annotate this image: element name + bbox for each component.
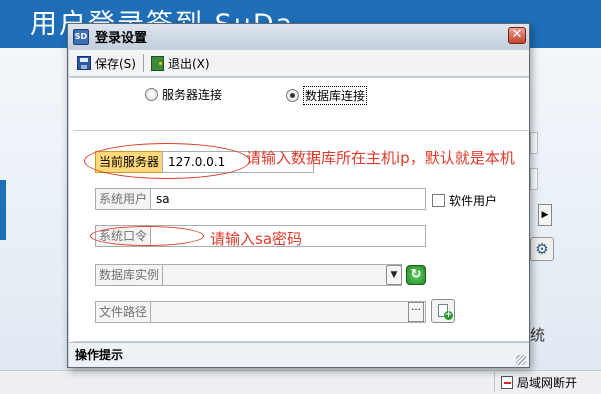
operation-hint-bar: 操作提示: [69, 342, 529, 367]
file-path-input[interactable]: [150, 301, 426, 323]
exit-icon: [150, 55, 164, 71]
db-instance-label: 数据库实例: [95, 264, 164, 286]
operation-hint-label: 操作提示: [75, 348, 124, 362]
password-annotation-text: 请输入sa密码: [210, 230, 303, 248]
software-user-checkbox[interactable]: 软件用户: [432, 192, 497, 209]
software-user-label: 软件用户: [449, 194, 498, 208]
radio-database-connection[interactable]: 数据库连接: [286, 86, 368, 105]
server-annotation-ellipse: [84, 143, 250, 179]
refresh-instances-button[interactable]: ↻: [406, 265, 426, 285]
save-button-label: 保存(S): [95, 56, 136, 71]
system-user-label: 系统用户: [95, 188, 152, 210]
app-partial-text: 统: [530, 326, 546, 344]
login-settings-dialog: SD 登录设置 ✕ 保存(S) 退出(X) 服务器连接 数据库连接 当前服务器 …: [67, 23, 530, 368]
resize-grip-icon[interactable]: [516, 355, 526, 365]
connection-type-options: 服务器连接 数据库连接: [69, 86, 529, 106]
radio-label: 服务器连接: [162, 88, 223, 102]
ellipsis-icon: ···: [411, 305, 421, 316]
radio-label: 数据库连接: [303, 86, 368, 105]
app-left-strip: [0, 180, 6, 240]
network-status-text: 局域网断开: [517, 375, 578, 390]
file-path-label: 文件路径: [95, 301, 152, 323]
system-user-input[interactable]: sa: [150, 188, 426, 210]
app-arrow-button[interactable]: ▶: [538, 204, 552, 226]
app-settings-button[interactable]: ⚙: [530, 237, 554, 261]
dialog-toolbar: 保存(S) 退出(X): [69, 50, 529, 77]
chevron-down-icon: ▼: [390, 270, 398, 280]
app-field-edge: [530, 168, 538, 190]
toolbar-separator: [142, 54, 144, 72]
add-file-icon: +: [444, 310, 453, 320]
app-field-edge: [530, 132, 538, 154]
gear-icon: ⚙: [535, 240, 549, 258]
db-instance-dropdown-button[interactable]: ▼: [386, 265, 402, 285]
checkbox[interactable]: [432, 194, 445, 207]
refresh-icon: ↻: [410, 267, 422, 282]
exit-button-label: 退出(X): [167, 56, 210, 71]
network-status: 局域网断开: [494, 372, 583, 392]
dialog-title: 登录设置: [95, 31, 148, 46]
save-icon: [77, 56, 91, 70]
save-button[interactable]: 保存(S): [74, 52, 139, 74]
add-file-button[interactable]: +: [431, 299, 455, 323]
app-icon: SD: [73, 28, 89, 45]
exit-button[interactable]: 退出(X): [148, 52, 213, 74]
radio-server-connection[interactable]: 服务器连接: [145, 86, 222, 103]
close-icon: ✕: [511, 27, 523, 42]
close-button[interactable]: ✕: [508, 27, 526, 44]
radio-button-selected[interactable]: [286, 89, 299, 102]
dialog-content: 服务器连接 数据库连接 当前服务器 127.0.0.1 系统用户 sa 软件用户…: [69, 78, 529, 362]
db-instance-select[interactable]: [162, 264, 402, 286]
network-disconnected-icon: [501, 375, 513, 389]
server-annotation-text: 请输入数据库所在主机ip，默认就是本机: [246, 149, 515, 167]
dialog-titlebar[interactable]: SD 登录设置 ✕: [68, 24, 529, 49]
radio-button[interactable]: [145, 88, 158, 101]
browse-button[interactable]: ···: [408, 302, 424, 322]
password-annotation-ellipse: [90, 226, 204, 246]
